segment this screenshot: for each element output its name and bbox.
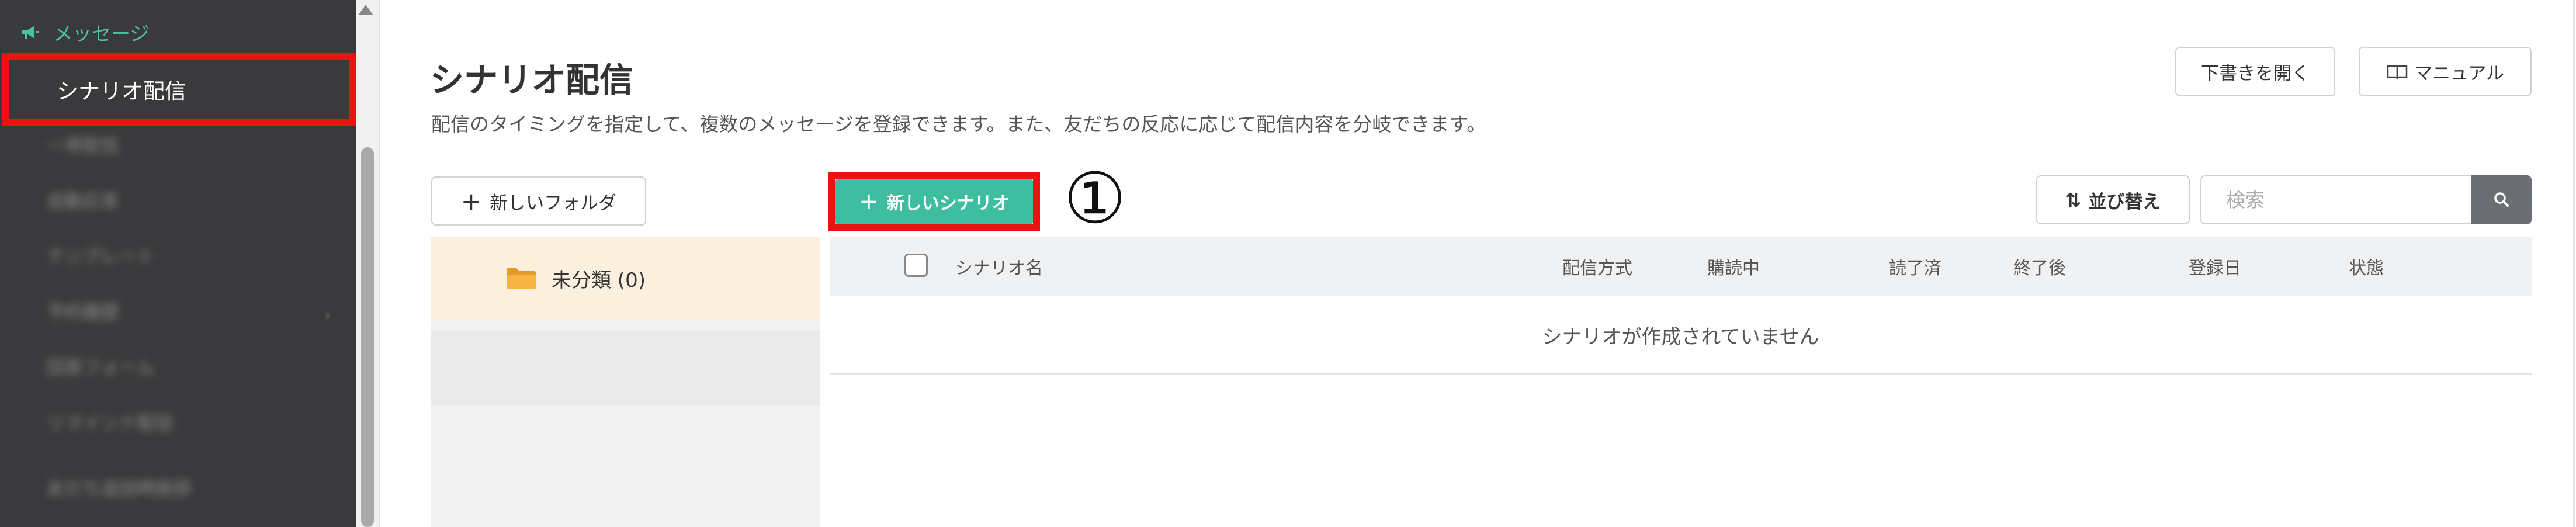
search-input[interactable] [2200,175,2471,224]
sidebar-scrollbar[interactable] [356,0,380,527]
new-scenario-label: 新しいシナリオ [886,193,1010,214]
sidebar-item-remind[interactable]: リマインド配信 [47,408,174,435]
search-icon [2494,192,2509,207]
sort-label: 並び替え [2088,191,2161,213]
chevron-down-icon: › [324,305,331,324]
folder-icon [507,268,536,289]
column-registered-date[interactable]: 登録日 [2189,237,2241,296]
folder-panel: 未分類 (0) [431,237,820,527]
sidebar-section-messages[interactable]: メッセージ [20,18,149,47]
page-title: シナリオ配信 [430,60,634,100]
column-scenario-name[interactable]: シナリオ名 [955,237,1043,296]
plus-icon: + [460,186,482,216]
sidebar-item-label: シナリオ配信 [57,79,186,104]
table-header: シナリオ名 配信方式 購読中 読了済 終了後 登録日 状態 [830,237,2532,296]
new-folder-button[interactable]: + 新しいフォルダ [431,176,646,226]
scrollbar-thumb[interactable] [361,147,374,527]
column-delivery-method[interactable]: 配信方式 [1562,237,1632,296]
step-number-callout: ① [1063,158,1126,240]
open-draft-button[interactable]: 下書きを開く [2175,47,2335,96]
manual-label: マニュアル [2414,63,2505,84]
sidebar-item-auto-reply[interactable]: 自動応答 [47,186,119,213]
column-finished[interactable]: 終了後 [2013,237,2066,296]
column-subscribing[interactable]: 購読中 [1707,237,1760,296]
manual-button[interactable]: マニュアル [2359,47,2532,96]
search-button[interactable] [2471,175,2532,224]
sidebar-item-scenario[interactable]: シナリオ配信 [2,53,356,126]
megaphone-icon [22,26,39,39]
new-scenario-button[interactable]: + 新しいシナリオ [835,179,1033,224]
sidebar-item-form[interactable]: 回答フォーム [47,352,155,379]
open-draft-label: 下書きを開く [2201,63,2310,84]
book-icon [2387,65,2408,79]
folder-list-area [431,330,820,406]
plus-icon: + [859,188,879,215]
sidebar-section-label: メッセージ [53,22,150,45]
window-edge [2573,0,2575,527]
folder-item-uncategorized[interactable]: 未分類 (0) [431,237,820,320]
page-description: 配信のタイミングを指定して、複数のメッセージを登録できます。また、友だちの反応に… [431,113,1486,136]
sort-button[interactable]: ⇅ 並び替え [2036,175,2190,224]
sort-arrows-icon: ⇅ [2065,188,2082,212]
sidebar-item-reservation[interactable]: 予約履歴 [47,297,119,324]
sidebar-item-template[interactable]: テンプレート [47,241,155,268]
sidebar-item-greeting[interactable]: 友だち追加時挨拶 [47,473,192,500]
scroll-up-arrow-icon[interactable] [358,5,373,15]
new-folder-label: 新しいフォルダ [490,192,617,214]
empty-state-message: シナリオが作成されていません [830,296,2532,375]
select-all-checkbox[interactable] [904,254,928,277]
column-status[interactable]: 状態 [2349,237,2384,296]
sidebar-item-broadcast[interactable]: 一斉配信 [47,130,119,157]
folder-label: 未分類 (0) [552,268,646,292]
sidebar: メッセージ シナリオ配信 一斉配信 自動応答 テンプレート 予約履歴 › 回答フ… [0,0,356,527]
column-read[interactable]: 読了済 [1889,237,1941,296]
